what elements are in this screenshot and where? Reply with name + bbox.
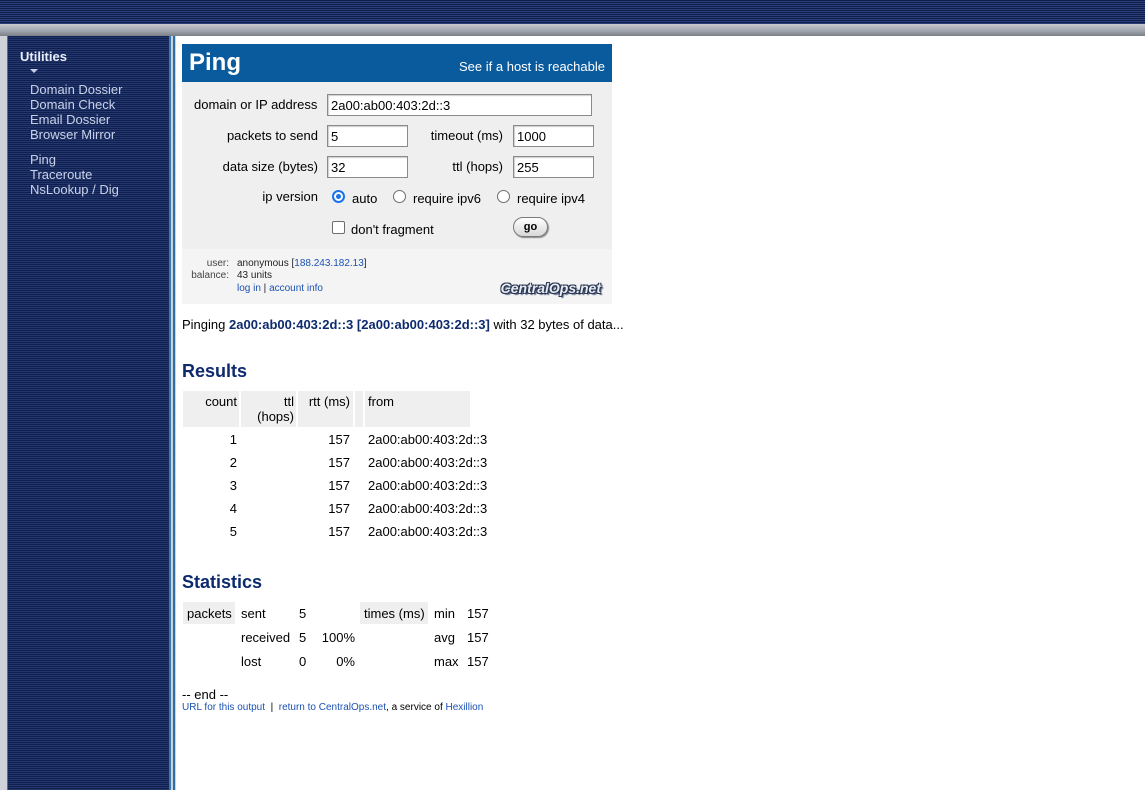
pinging-host: 2a00:ab00:403:2d::3 xyxy=(229,317,354,332)
output-url-link[interactable]: URL for this output xyxy=(182,702,265,713)
sidebar-heading: Utilities xyxy=(20,49,67,64)
timeout-input[interactable] xyxy=(513,125,594,147)
stat-times-header: times (ms) xyxy=(364,606,425,621)
row-from: 2a00:ab00:403:2d::3 xyxy=(368,478,488,493)
account-links: log in | account info xyxy=(237,283,323,294)
pinging-addr: [2a00:ab00:403:2d::3] xyxy=(356,317,490,332)
size-label: data size (bytes) xyxy=(222,159,318,174)
packets-label: packets to send xyxy=(226,128,318,143)
row-count: 4 xyxy=(229,501,237,516)
stat-received-pct: 100% xyxy=(321,630,355,645)
row-from: 2a00:ab00:403:2d::3 xyxy=(368,455,488,470)
page-tagline: See if a host is reachable xyxy=(459,59,605,74)
ping-form: Ping See if a host is reachable domain o… xyxy=(182,44,612,304)
stat-sent-label: sent xyxy=(241,606,266,621)
ipver-label: ip version xyxy=(262,189,318,204)
pinging-line: Pinging 2a00:ab00:403:2d::3 [2a00:ab00:4… xyxy=(182,317,624,332)
ipver-v4-radio[interactable] xyxy=(497,190,510,203)
sidebar-item-ping[interactable]: Ping xyxy=(30,152,56,167)
top-strip xyxy=(0,24,1145,36)
user-ip-link[interactable]: 188.243.182.13 xyxy=(294,258,364,269)
stat-min-value: 157 xyxy=(467,606,489,621)
statistics-heading: Statistics xyxy=(182,572,263,592)
timeout-label: timeout (ms) xyxy=(430,128,503,143)
ipver-v6-label: require ipv6 xyxy=(413,191,481,206)
ipver-auto-label: auto xyxy=(352,191,378,206)
host-label: domain or IP address xyxy=(194,97,318,112)
sidebar-item-email-dossier[interactable]: Email Dossier xyxy=(30,112,110,127)
col-header-ttl-unit: (hops) xyxy=(257,409,294,424)
stat-max-value: 157 xyxy=(467,654,489,669)
service-text: , a service of xyxy=(386,702,443,713)
ipver-auto-radio[interactable] xyxy=(332,190,345,203)
row-rtt: 157 xyxy=(328,501,350,516)
stat-packets-header: packets xyxy=(187,606,232,621)
ttl-input[interactable] xyxy=(513,156,594,178)
top-banner xyxy=(0,0,1145,24)
row-rtt: 157 xyxy=(328,524,350,539)
sidebar-item-browser-mirror[interactable]: Browser Mirror xyxy=(30,127,115,142)
login-link[interactable]: log in xyxy=(237,283,261,294)
page-title: Ping xyxy=(189,49,241,76)
ping-header: Ping See if a host is reachable xyxy=(182,44,612,82)
content-divider xyxy=(173,36,175,790)
row-from: 2a00:ab00:403:2d::3 xyxy=(368,432,488,447)
user-panel: user: anonymous [188.243.182.13] balance… xyxy=(182,249,612,304)
col-header-ttl: ttl xyxy=(283,394,294,409)
stat-lost-value: 0 xyxy=(299,654,307,669)
stat-avg-label: avg xyxy=(434,630,455,645)
stat-received-label: received xyxy=(241,630,291,645)
stat-lost-pct: 0% xyxy=(336,654,355,669)
stat-received-value: 5 xyxy=(299,630,307,645)
footer-separator: | xyxy=(270,702,274,713)
user-name: anonymous xyxy=(237,258,289,269)
ipver-v4-label: require ipv4 xyxy=(517,191,585,206)
host-input[interactable] xyxy=(327,94,592,116)
col-header-count: count xyxy=(205,394,237,409)
centralops-logo[interactable]: CentralOps.net xyxy=(501,280,601,296)
row-rtt: 157 xyxy=(328,455,350,470)
packets-input[interactable] xyxy=(327,125,408,147)
end-marker: -- end -- xyxy=(182,687,229,702)
stat-min-label: min xyxy=(434,606,455,621)
header-cell xyxy=(355,391,363,427)
row-count: 1 xyxy=(229,432,237,447)
sidebar-item-domain-dossier[interactable]: Domain Dossier xyxy=(30,82,122,97)
sidebar-item-traceroute[interactable]: Traceroute xyxy=(30,167,92,182)
stat-max-label: max xyxy=(434,654,459,669)
row-count: 3 xyxy=(229,478,237,493)
hexillion-link[interactable]: Hexillion xyxy=(446,702,484,713)
dont-fragment-label: don't fragment xyxy=(351,222,434,237)
sidebar: Utilities Domain Dossier Domain Check Em… xyxy=(7,36,171,790)
row-count: 5 xyxy=(229,524,237,539)
return-link[interactable]: return to CentralOps.net xyxy=(279,702,386,713)
sidebar-item-nslookup[interactable]: NsLookup / Dig xyxy=(30,182,119,197)
stat-sent-value: 5 xyxy=(299,606,307,621)
balance-value: 43 units xyxy=(237,270,273,281)
account-info-link[interactable]: account info xyxy=(269,283,323,294)
pinging-suffix: with 32 bytes of data... xyxy=(493,317,624,332)
col-header-from: from xyxy=(368,394,394,409)
row-count: 2 xyxy=(229,455,237,470)
size-input[interactable] xyxy=(327,156,408,178)
stat-avg-value: 157 xyxy=(467,630,489,645)
dont-fragment-checkbox[interactable] xyxy=(332,221,345,234)
go-button[interactable]: go xyxy=(513,217,548,237)
row-from: 2a00:ab00:403:2d::3 xyxy=(368,524,488,539)
user-label: user: xyxy=(206,258,229,269)
user-info: anonymous [188.243.182.13] xyxy=(237,258,367,269)
ttl-label: ttl (hops) xyxy=(452,159,503,174)
ipver-v6-radio[interactable] xyxy=(393,190,406,203)
row-rtt: 157 xyxy=(328,478,350,493)
stat-lost-label: lost xyxy=(241,654,262,669)
col-header-rtt: rtt (ms) xyxy=(308,394,350,409)
row-from: 2a00:ab00:403:2d::3 xyxy=(368,501,488,516)
balance-label: balance: xyxy=(191,270,229,281)
sidebar-item-domain-check[interactable]: Domain Check xyxy=(30,97,115,112)
row-rtt: 157 xyxy=(328,432,350,447)
footer-links: URL for this output | return to CentralO… xyxy=(182,702,483,713)
chevron-down-icon[interactable] xyxy=(30,69,38,73)
pinging-prefix: Pinging xyxy=(182,317,226,332)
results-heading: Results xyxy=(182,361,248,381)
